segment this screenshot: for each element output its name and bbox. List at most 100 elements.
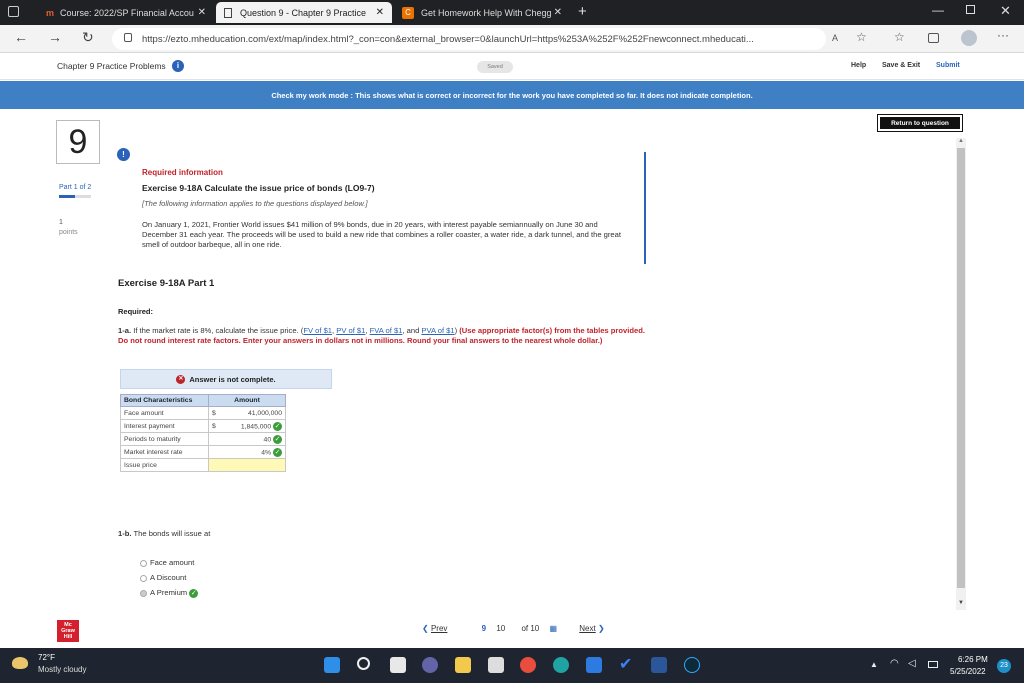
windows-start-icon[interactable] (324, 657, 340, 673)
scroll-down-icon[interactable]: ▼ (958, 600, 964, 606)
teams-chat-icon[interactable] (422, 657, 438, 673)
tab-question[interactable]: Question 9 - Chapter 9 Practice ✕ (216, 2, 392, 23)
points-value: 1 (59, 219, 63, 226)
close-icon[interactable]: ✕ (198, 7, 206, 18)
return-to-question-button[interactable]: Return to question (877, 114, 963, 132)
question-nav: ❮ Prev 9 10 of 10 ▦ Next ❯ (422, 624, 605, 633)
collections-icon[interactable] (928, 33, 939, 43)
checkmark-icon: ✓ (273, 434, 282, 444)
option-face-amount[interactable]: Face amount (140, 558, 194, 568)
app-header: Chapter 9 Practice Problems i Saved Help… (0, 54, 1024, 80)
radio-button[interactable] (140, 574, 147, 582)
option-premium[interactable]: A Premium ✓ (140, 588, 199, 598)
temperature: 72°F (38, 653, 55, 662)
table-row: Market interest rate 4% ✓ (120, 445, 286, 459)
wifi-icon[interactable]: ◠ (890, 658, 899, 669)
scrollbar[interactable]: ▲ ▼ (956, 138, 966, 610)
scroll-thumb[interactable] (957, 148, 965, 588)
chegg-icon: C (402, 6, 414, 19)
todo-icon[interactable]: ✔ (619, 657, 635, 673)
part-title: Exercise 9-18A Part 1 (118, 278, 215, 289)
check-work-banner: Check my work mode : This shows what is … (0, 81, 1024, 109)
amount-input[interactable]: 41,000,000 (218, 406, 286, 420)
tab-course[interactable]: m Course: 2022/SP Financial Accou ✕ (38, 2, 214, 23)
search-icon[interactable] (357, 657, 370, 670)
answer-table: Bond Characteristics Amount Face amount … (120, 394, 286, 472)
minimize-icon[interactable]: — (932, 3, 944, 17)
restore-icon[interactable] (966, 5, 975, 14)
tab-actions-icon[interactable] (8, 6, 19, 17)
favorites-list-icon[interactable]: ☆ (894, 30, 905, 44)
saved-status: Saved (477, 61, 513, 73)
word-icon[interactable] (651, 657, 667, 673)
question-1b: 1-b. The bonds will issue at (118, 529, 211, 538)
radio-button[interactable] (140, 589, 147, 597)
option-discount[interactable]: A Discount (140, 573, 186, 583)
info-icon[interactable]: i (172, 60, 184, 72)
scenario-text: On January 1, 2021, Frontier World issue… (142, 220, 621, 249)
close-icon[interactable]: ✕ (376, 7, 384, 18)
amount-input[interactable]: 1,845,000 ✓ (218, 419, 286, 433)
close-icon[interactable]: ✕ (554, 7, 562, 18)
pva-table-link[interactable]: PVA of $1 (421, 326, 454, 335)
current-page[interactable]: 9 (482, 624, 486, 633)
flag-icon[interactable]: ! (117, 148, 130, 161)
new-tab-icon[interactable]: + (578, 3, 587, 20)
amount-input[interactable]: 4% ✓ (218, 445, 286, 459)
next-page-number[interactable]: 10 (496, 624, 505, 633)
clock-date[interactable]: 5/25/2022 (950, 667, 986, 676)
issue-price-input[interactable] (218, 458, 286, 472)
photoshop-icon[interactable] (684, 657, 700, 673)
submit-link[interactable]: Submit (936, 62, 960, 69)
fva-table-link[interactable]: FVA of $1 (370, 326, 403, 335)
grid-icon[interactable]: ▦ (549, 624, 557, 633)
next-button[interactable]: Next ❯ (579, 624, 604, 633)
read-aloud-icon[interactable]: A (832, 33, 838, 43)
table-row: Interest payment $ 1,845,000 ✓ (120, 419, 286, 433)
edge-icon[interactable] (553, 657, 569, 673)
table-row: Periods to maturity 40 ✓ (120, 432, 286, 446)
chevron-right-icon: ❯ (597, 624, 605, 633)
refresh-icon[interactable]: ↻ (82, 29, 94, 46)
page-count: of 10 (521, 624, 540, 633)
window-close-icon[interactable]: ✕ (1000, 3, 1011, 19)
more-menu-icon[interactable]: ··· (997, 28, 1009, 42)
page-icon (224, 7, 232, 18)
battery-icon[interactable] (928, 661, 938, 668)
task-view-icon[interactable] (390, 657, 406, 673)
radio-button[interactable] (140, 559, 147, 567)
help-link[interactable]: Help (851, 62, 866, 69)
error-icon: ✕ (176, 374, 186, 384)
tab-chegg[interactable]: C Get Homework Help With Chegg ✕ (394, 2, 570, 23)
prev-button[interactable]: ❮ Prev (422, 624, 447, 633)
mheducation-icon: m (46, 7, 55, 18)
notification-badge[interactable]: 23 (997, 659, 1011, 673)
profile-avatar[interactable] (961, 30, 977, 46)
clock-time[interactable]: 6:26 PM (958, 655, 988, 664)
required-info-heading: Required information (142, 168, 223, 177)
volume-icon[interactable]: ◁ (908, 658, 916, 669)
checkmark-icon: ✓ (273, 421, 282, 431)
weather-text: Mostly cloudy (38, 665, 87, 674)
file-explorer-icon[interactable] (455, 657, 471, 673)
store-icon[interactable] (488, 657, 504, 673)
chevron-left-icon: ❮ (422, 624, 429, 633)
info-divider (644, 152, 646, 264)
scroll-up-icon[interactable]: ▲ (958, 138, 964, 144)
checkmark-icon: ✓ (273, 447, 282, 457)
mail-icon[interactable] (586, 657, 602, 673)
favorites-star-icon[interactable]: ☆ (856, 30, 867, 44)
tray-chevron-icon[interactable]: ▲ (870, 660, 878, 669)
mcgraw-hill-logo: Mc Graw Hill (57, 620, 79, 642)
save-exit-link[interactable]: Save & Exit (882, 62, 920, 69)
page-title: Chapter 9 Practice Problems (57, 61, 166, 71)
amount-input[interactable]: 40 ✓ (218, 432, 286, 446)
url-field[interactable]: https://ezto.mheducation.com/ext/map/ind… (112, 28, 826, 50)
pv-table-link[interactable]: PV of $1 (336, 326, 365, 335)
chrome-icon[interactable] (520, 657, 536, 673)
checkmark-icon: ✓ (189, 588, 199, 598)
forward-icon[interactable]: → (48, 29, 62, 45)
back-icon[interactable]: ← (14, 29, 28, 45)
fv-table-link[interactable]: FV of $1 (303, 326, 332, 335)
question-number: 9 (56, 120, 100, 164)
